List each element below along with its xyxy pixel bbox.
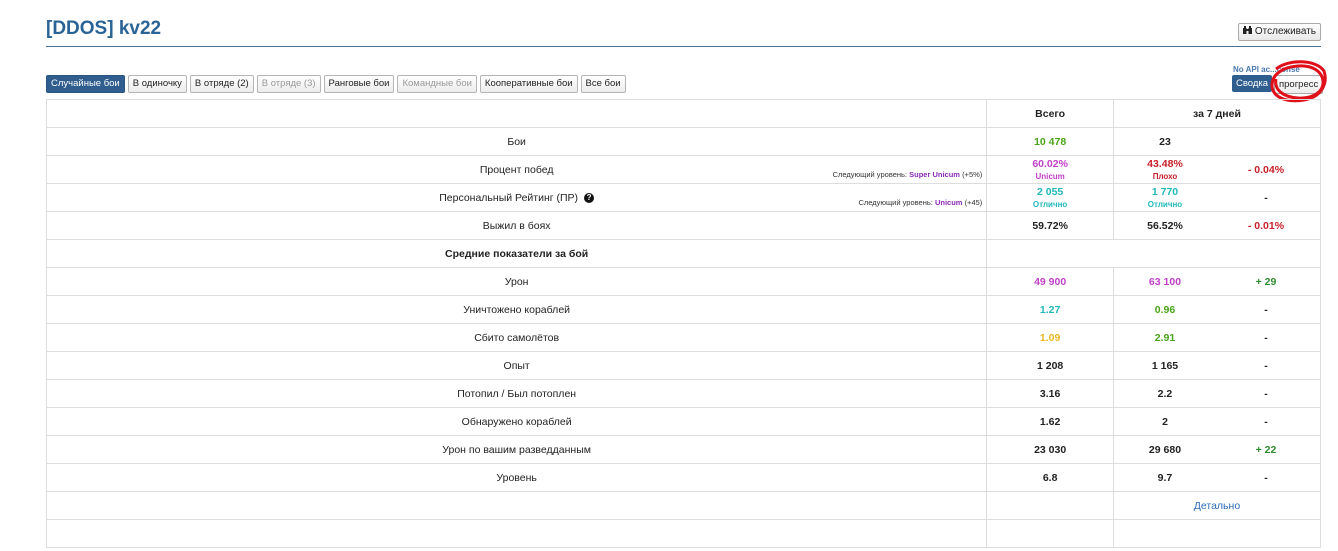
total-value: 60.02% xyxy=(1032,158,1068,170)
row-label: Обнаружено кораблей xyxy=(45,407,988,436)
week-delta: - xyxy=(1264,331,1268,344)
row-label: Урон по вашим разведданным xyxy=(45,435,988,464)
row-label: Бои xyxy=(45,127,988,156)
row-label: Уровень xyxy=(45,463,988,492)
week-value: 2.2 xyxy=(1157,387,1173,400)
row-label: Процент побед xyxy=(479,163,554,176)
total-value: 2 055 xyxy=(1036,186,1064,198)
table-row-xp: Опыт 1 208 1 165 - xyxy=(45,351,1322,380)
table-row-spotted: Обнаружено кораблей 1.62 2 - xyxy=(45,407,1322,436)
total-value: 59.72% xyxy=(986,211,1114,240)
total-rating-label: Отлично xyxy=(1032,200,1068,209)
api-note: No API ac...conse xyxy=(1233,65,1300,74)
page-title: [DDOS] kv22 xyxy=(46,18,162,39)
section-title: Средние показатели за бой xyxy=(45,239,988,268)
week-delta: - 0.04% xyxy=(1247,163,1285,176)
total-value: 49 900 xyxy=(986,267,1114,296)
next-level-hint: Следующий уровень: Super Unicum (+5%) xyxy=(832,170,983,179)
table-row-survived: Выжил в боях 59.72% 56.52% - 0.01% xyxy=(45,211,1322,240)
row-label: Уничтожено кораблей xyxy=(45,295,988,324)
row-label: Выжил в боях xyxy=(45,211,988,240)
table-row-pr: Персональный Рейтинг (ПР)? Следующий уро… xyxy=(45,183,1322,212)
tab-division-2[interactable]: В отряде (2) xyxy=(189,75,254,93)
track-button-label: Отслеживать xyxy=(1254,26,1316,37)
week-delta: - xyxy=(1264,471,1268,484)
row-label: Персональный Рейтинг (ПР) xyxy=(439,191,579,204)
total-value: 23 030 xyxy=(986,435,1114,464)
week-delta: - xyxy=(1264,387,1268,400)
tab-coop[interactable]: Кооперативные бои xyxy=(479,75,578,93)
table-row-tier: Уровень 6.8 9.7 - xyxy=(45,463,1322,492)
battle-type-tabs: Случайные бои В одиночку В отряде (2) В … xyxy=(46,75,626,93)
table-row-kd: Потопил / Был потоплен 3.16 2.2 - xyxy=(45,379,1322,408)
total-value: 1.09 xyxy=(986,323,1114,352)
week-delta: - xyxy=(1264,359,1268,372)
binoculars-icon xyxy=(1242,24,1252,40)
week-rating-label: Плохо xyxy=(1152,172,1178,181)
summary-button[interactable]: Сводка xyxy=(1232,75,1273,92)
week-value: 1 165 xyxy=(1151,359,1179,372)
stats-table: Всего за 7 дней Бои 10 478 23 Процент по… xyxy=(45,99,1322,548)
week-value: 9.7 xyxy=(1157,471,1173,484)
tab-all[interactable]: Все бои xyxy=(580,75,626,93)
week-value: 1 770 xyxy=(1151,186,1179,198)
week-delta: - xyxy=(1264,415,1268,428)
week-value: 29 680 xyxy=(1148,443,1182,456)
track-button[interactable]: Отслеживать xyxy=(1237,23,1321,41)
question-circle-icon[interactable]: ? xyxy=(584,192,595,203)
week-value: 2.91 xyxy=(1154,331,1176,344)
row-label: Потопил / Был потоплен xyxy=(45,379,988,408)
progress-button[interactable]: прогресс xyxy=(1274,75,1324,94)
table-row-battles: Бои 10 478 23 xyxy=(45,127,1322,156)
column-total-header: Всего xyxy=(986,99,1114,128)
total-value: 1.27 xyxy=(986,295,1114,324)
tab-division-3: В отряде (3) xyxy=(256,75,321,93)
table-section-row: Средние показатели за бой xyxy=(45,239,1321,268)
row-label: Опыт xyxy=(45,351,988,380)
tab-team: Командные бои xyxy=(397,75,477,93)
total-value: 6.8 xyxy=(986,463,1114,492)
table-row-damage: Урон 49 900 63 100 + 29 xyxy=(45,267,1322,296)
week-delta: - xyxy=(1264,303,1268,316)
week-delta: + 22 xyxy=(1255,443,1277,456)
details-link[interactable]: Детально xyxy=(1194,500,1240,512)
table-row-details: Детально xyxy=(45,491,1322,520)
tab-ranked[interactable]: Ранговые бои xyxy=(323,75,395,93)
total-value: 3.16 xyxy=(986,379,1114,408)
week-value: 43.48% xyxy=(1147,158,1183,170)
tab-solo[interactable]: В одиночку xyxy=(127,75,187,93)
table-row-extra xyxy=(45,519,1322,548)
total-value: 10 478 xyxy=(986,127,1114,156)
total-value: 1 208 xyxy=(986,351,1114,380)
next-level-hint: Следующий уровень: Unicum (+45) xyxy=(858,198,983,207)
week-value: 63 100 xyxy=(1148,275,1182,288)
week-delta: - 0.01% xyxy=(1247,219,1285,232)
week-delta: - xyxy=(1264,191,1268,204)
week-value: 0.96 xyxy=(1154,303,1176,316)
total-rating-label: Unicum xyxy=(1035,172,1065,181)
column-week-header: за 7 дней xyxy=(1112,99,1322,128)
row-label: Урон xyxy=(45,267,988,296)
title-divider xyxy=(46,46,1321,47)
total-value: 1.62 xyxy=(986,407,1114,436)
week-value: 56.52% xyxy=(1147,219,1183,232)
table-row-kills: Уничтожено кораблей 1.27 0.96 - xyxy=(45,295,1322,324)
table-header-row: Всего за 7 дней xyxy=(45,99,1322,128)
table-row-planes: Сбито самолётов 1.09 2.91 - xyxy=(45,323,1322,352)
week-value: 2 xyxy=(1162,415,1168,428)
week-rating-label: Отлично xyxy=(1147,200,1183,209)
table-row-winrate: Процент побед Следующий уровень: Super U… xyxy=(45,155,1322,184)
row-label: Сбито самолётов xyxy=(45,323,988,352)
table-row-scout-damage: Урон по вашим разведданным 23 030 29 680… xyxy=(45,435,1322,464)
week-delta: + 29 xyxy=(1255,275,1277,288)
week-value: 23 xyxy=(1159,135,1171,148)
tab-random-battles[interactable]: Случайные бои xyxy=(46,75,125,93)
